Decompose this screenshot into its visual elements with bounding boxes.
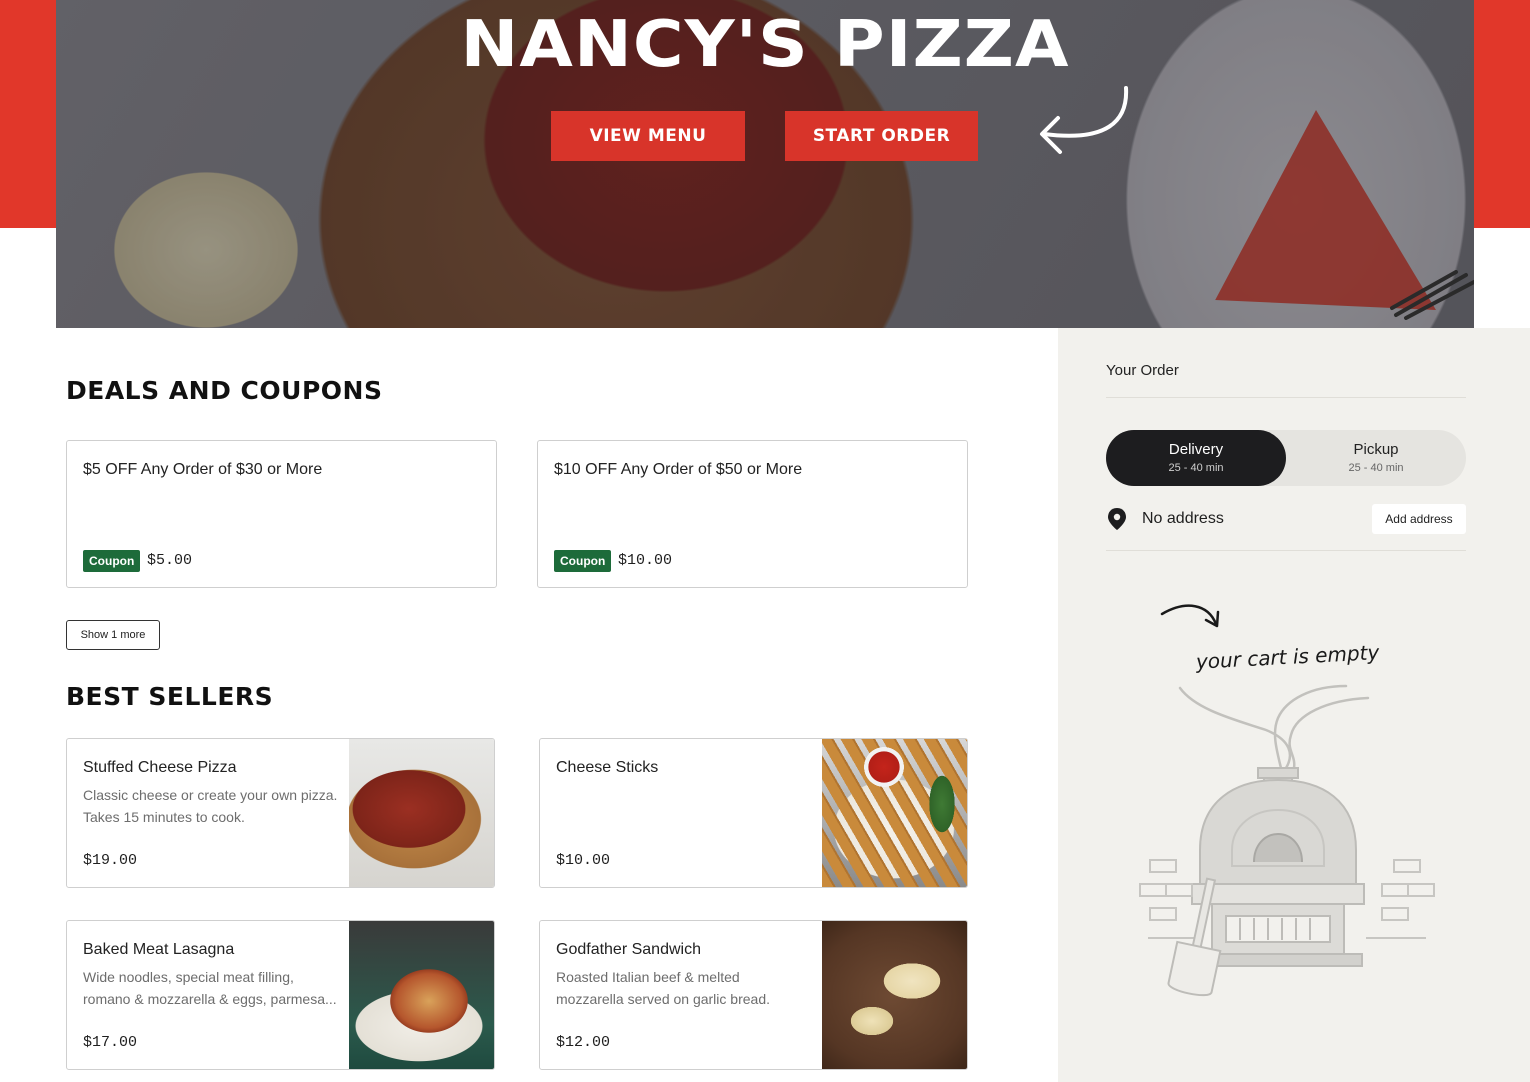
coupon-badge: Coupon — [83, 550, 141, 572]
menu-item-description: Classic cheese or create your own pizza.… — [83, 787, 338, 825]
location-pin-icon — [1108, 508, 1126, 530]
delivery-label: Delivery — [1168, 441, 1224, 458]
pickup-time: 25 - 40 min — [1348, 462, 1404, 474]
pickup-label: Pickup — [1353, 441, 1399, 458]
menu-item-photo — [349, 921, 494, 1069]
best-sellers-section-title: BEST SELLERS — [66, 682, 274, 711]
empty-cart-text: your cart is empty — [1194, 640, 1381, 674]
menu-item-name: Godfather Sandwich — [556, 941, 701, 958]
delivery-pickup-toggle: Delivery 25 - 40 min Pickup 25 - 40 min — [1106, 430, 1466, 486]
menu-item-card[interactable]: Cheese Sticks $10.00 — [539, 738, 968, 888]
deals-section-title: DEALS AND COUPONS — [66, 376, 383, 405]
menu-item-name: Baked Meat Lasagna — [83, 941, 235, 958]
coupon-title: $10 OFF Any Order of $50 or More — [554, 461, 803, 478]
divider — [1106, 397, 1466, 398]
coupon-badge: Coupon — [554, 550, 612, 572]
fork-icon — [1390, 270, 1474, 320]
menu-item-card[interactable]: Stuffed Cheese Pizza Classic cheese or c… — [66, 738, 495, 888]
order-sidebar: Your Order Delivery 25 - 40 min Pickup 2… — [1058, 328, 1530, 1082]
hero-banner: NANCY'S PIZZA VIEW MENU START ORDER — [56, 0, 1474, 328]
menu-item-photo — [822, 739, 967, 887]
menu-item-price: $12.00 — [556, 1034, 611, 1051]
restaurant-name: NANCY'S PIZZA — [460, 8, 1070, 82]
start-order-button[interactable]: START ORDER — [785, 111, 978, 161]
divider — [1106, 550, 1466, 551]
empty-cart-illustration: your cart is empty — [1139, 604, 1435, 997]
show-more-coupons-button[interactable]: Show 1 more — [66, 620, 160, 650]
menu-item-name: Stuffed Cheese Pizza — [83, 759, 237, 776]
menu-item-price: $17.00 — [83, 1034, 138, 1051]
order-panel-title: Your Order — [1106, 362, 1179, 379]
coupon-card[interactable]: $5 OFF Any Order of $30 or More Coupon $… — [66, 440, 497, 588]
menu-item-price: $19.00 — [83, 852, 138, 869]
menu-item-description: Wide noodles, special meat filling, roma… — [83, 969, 337, 1007]
coupon-title: $5 OFF Any Order of $30 or More — [83, 461, 323, 478]
menu-item-name: Cheese Sticks — [556, 759, 659, 776]
delivery-option[interactable]: Delivery 25 - 40 min — [1106, 430, 1286, 486]
address-row: No address Add address — [1106, 504, 1466, 534]
menu-item-photo — [822, 921, 967, 1069]
menu-item-photo — [349, 739, 494, 887]
address-text: No address — [1142, 510, 1224, 527]
menu-item-card[interactable]: Baked Meat Lasagna Wide noodles, special… — [66, 920, 495, 1070]
curved-arrow-icon — [1040, 86, 1129, 154]
menu-item-card[interactable]: Godfather Sandwich Roasted Italian beef … — [539, 920, 968, 1070]
coupon-price: $5.00 — [147, 552, 193, 569]
coupon-price: $10.00 — [618, 552, 673, 569]
view-menu-button[interactable]: VIEW MENU — [551, 111, 745, 161]
add-address-button[interactable]: Add address — [1372, 504, 1466, 534]
menu-item-description: Roasted Italian beef & melted mozzarella… — [556, 969, 770, 1007]
pickup-option[interactable]: Pickup 25 - 40 min — [1286, 430, 1466, 486]
delivery-time: 25 - 40 min — [1168, 462, 1224, 474]
menu-item-price: $10.00 — [556, 852, 611, 869]
coupon-card[interactable]: $10 OFF Any Order of $50 or More Coupon … — [537, 440, 968, 588]
